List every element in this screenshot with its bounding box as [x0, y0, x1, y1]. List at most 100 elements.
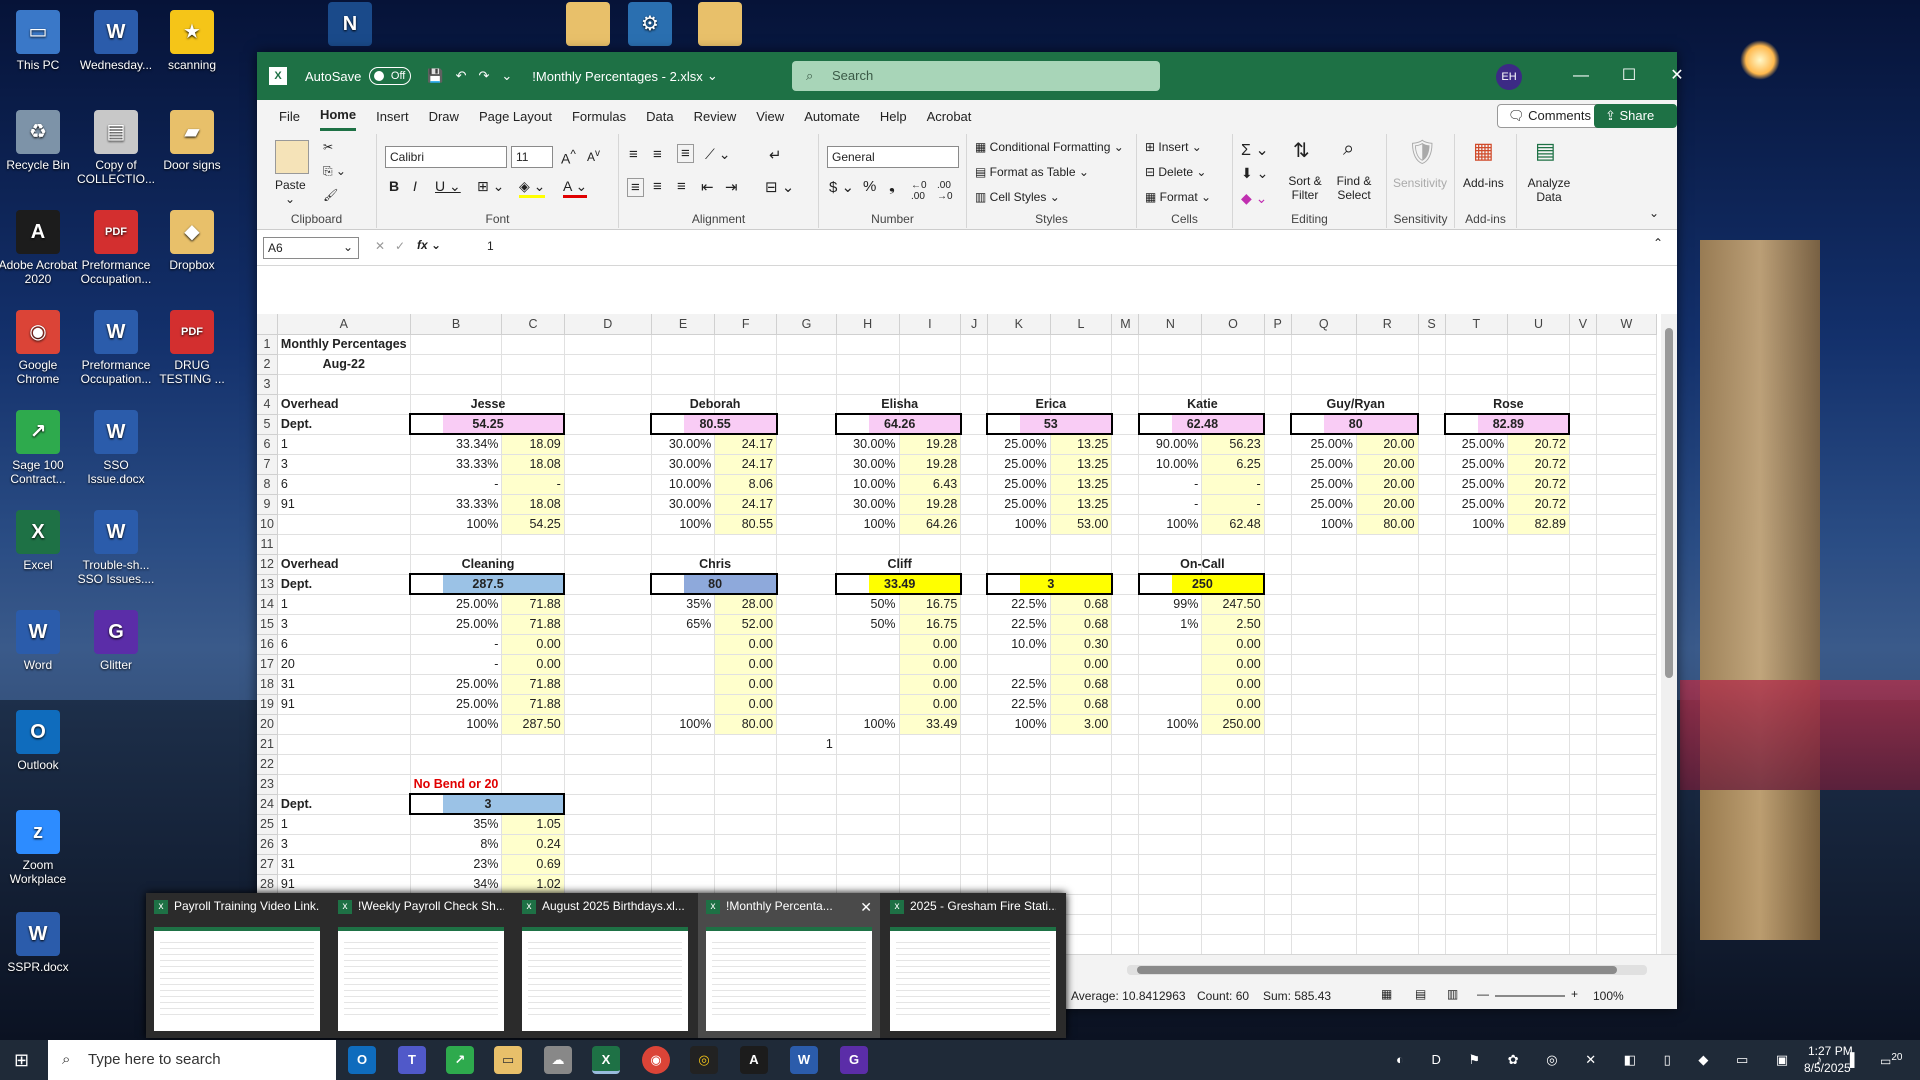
- cell[interactable]: [1201, 874, 1265, 895]
- cell[interactable]: [1596, 774, 1657, 795]
- cell[interactable]: [1201, 834, 1265, 855]
- cell[interactable]: [1356, 374, 1419, 395]
- row-header[interactable]: 19: [257, 694, 278, 715]
- cell[interactable]: [1445, 934, 1509, 954]
- cell[interactable]: [714, 794, 778, 815]
- row-header[interactable]: 13: [257, 574, 278, 595]
- cell[interactable]: [1596, 914, 1657, 935]
- cell[interactable]: [1050, 834, 1113, 855]
- cell[interactable]: [1418, 574, 1446, 595]
- cell[interactable]: [1418, 854, 1446, 875]
- increase-indent-icon[interactable]: ⇥: [725, 178, 738, 196]
- cell[interactable]: [1507, 894, 1570, 915]
- cell[interactable]: [1569, 574, 1597, 595]
- cell[interactable]: 13.25: [1050, 454, 1113, 475]
- cell[interactable]: [1596, 494, 1657, 515]
- cell[interactable]: [1050, 854, 1113, 875]
- tab-draw[interactable]: Draw: [429, 103, 459, 130]
- cell[interactable]: [776, 334, 837, 355]
- cell[interactable]: 0.00: [899, 654, 962, 675]
- align-left-icon[interactable]: ≡: [627, 178, 644, 197]
- cell[interactable]: -: [410, 654, 503, 675]
- close-icon[interactable]: ✕: [860, 899, 872, 916]
- cell[interactable]: [1596, 574, 1657, 595]
- desktop-shortcut[interactable]: W Preformance Occupation...: [76, 310, 156, 386]
- cell[interactable]: [776, 614, 837, 635]
- cell-styles-button[interactable]: ▥ Cell Styles ⌄: [975, 190, 1060, 204]
- cell[interactable]: [1596, 874, 1657, 895]
- column-header[interactable]: W: [1596, 314, 1657, 335]
- row-header[interactable]: 4: [257, 394, 278, 415]
- cell[interactable]: [1264, 674, 1292, 695]
- cell[interactable]: 6: [277, 474, 411, 495]
- cell[interactable]: [776, 634, 837, 655]
- cell[interactable]: [1356, 794, 1419, 815]
- cell[interactable]: [1291, 894, 1357, 915]
- cell[interactable]: [1507, 714, 1570, 735]
- cell[interactable]: [1418, 874, 1446, 895]
- cell[interactable]: [1291, 594, 1357, 615]
- cell[interactable]: 20.00: [1356, 494, 1419, 515]
- cell[interactable]: 10.0%: [987, 634, 1051, 655]
- cell[interactable]: [1596, 534, 1657, 555]
- cell[interactable]: [1507, 814, 1570, 835]
- cell[interactable]: [960, 794, 988, 815]
- cell[interactable]: [1264, 694, 1292, 715]
- cell[interactable]: [564, 434, 652, 455]
- cell[interactable]: 100%: [1291, 513, 1357, 535]
- cell[interactable]: [1596, 654, 1657, 675]
- cell[interactable]: [836, 734, 900, 755]
- cell[interactable]: [1445, 534, 1509, 555]
- cell[interactable]: [564, 454, 652, 475]
- cell[interactable]: [1356, 614, 1419, 635]
- cell[interactable]: 23%: [410, 854, 503, 875]
- cell[interactable]: 62.48: [1169, 413, 1235, 435]
- cell[interactable]: [1264, 914, 1292, 935]
- cell[interactable]: [714, 534, 778, 555]
- cell[interactable]: 91: [277, 694, 411, 715]
- cell[interactable]: [776, 534, 837, 555]
- cell[interactable]: 30.00%: [651, 454, 716, 475]
- cell[interactable]: [1569, 734, 1597, 755]
- cell[interactable]: 6: [277, 634, 411, 655]
- cell[interactable]: Dept.: [277, 414, 411, 435]
- cell[interactable]: [1201, 914, 1265, 935]
- cell[interactable]: [1111, 474, 1140, 495]
- cell[interactable]: 34%: [410, 874, 503, 895]
- file-name-chevron-icon[interactable]: ⌄: [707, 68, 718, 84]
- tab-help[interactable]: Help: [880, 103, 907, 130]
- cell[interactable]: [277, 514, 411, 535]
- cell[interactable]: [714, 754, 778, 775]
- desktop-shortcut[interactable]: G Glitter: [76, 610, 156, 672]
- cell[interactable]: [564, 554, 652, 575]
- cell[interactable]: [410, 334, 503, 355]
- font-name-select[interactable]: Calibri: [385, 146, 507, 168]
- desktop-settings-icon[interactable]: ⚙: [610, 2, 690, 50]
- cell[interactable]: [1050, 794, 1113, 815]
- cell[interactable]: 25.00%: [1291, 494, 1357, 515]
- undo-icon[interactable]: ↶: [456, 68, 467, 84]
- cell[interactable]: 0.00: [714, 694, 778, 715]
- desktop-shortcut[interactable]: ▤ Copy of COLLECTIO...: [76, 110, 156, 186]
- cell[interactable]: 8.06: [714, 474, 778, 495]
- desktop-shortcut[interactable]: ↗ Sage 100 Contract...: [0, 410, 78, 486]
- column-header[interactable]: H: [836, 314, 900, 335]
- cell[interactable]: [960, 394, 988, 415]
- cell[interactable]: [960, 334, 988, 355]
- find-select-icon[interactable]: ⌕: [1343, 138, 1354, 161]
- cell[interactable]: [1507, 834, 1570, 855]
- cell[interactable]: [1138, 854, 1203, 875]
- tab-data[interactable]: Data: [646, 103, 673, 130]
- cell[interactable]: [960, 614, 988, 635]
- column-header[interactable]: F: [714, 314, 778, 335]
- cell[interactable]: [1138, 354, 1203, 375]
- row-header[interactable]: 11: [257, 534, 278, 555]
- cell[interactable]: [1596, 374, 1657, 395]
- cell[interactable]: [1507, 934, 1570, 954]
- cell[interactable]: [1445, 754, 1509, 775]
- font-size-select[interactable]: 11: [511, 146, 553, 168]
- cell[interactable]: [1418, 474, 1446, 495]
- cell[interactable]: [776, 394, 837, 415]
- cell[interactable]: [987, 874, 1051, 895]
- taskbar-thumbnail[interactable]: x Payroll Training Video Link...: [146, 893, 328, 1038]
